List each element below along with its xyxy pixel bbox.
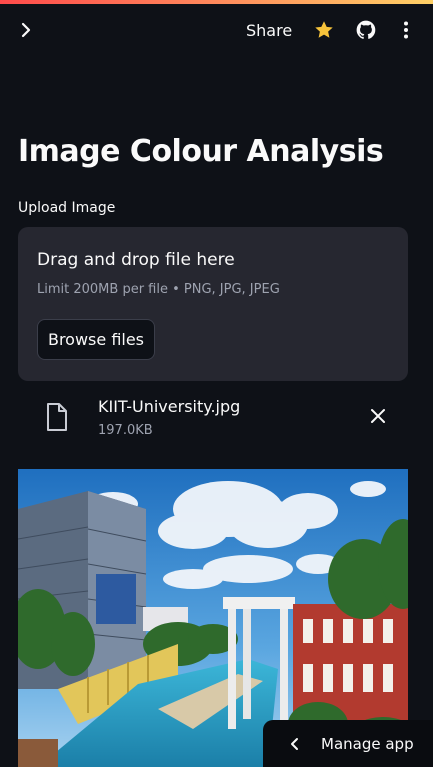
upload-field-label: Upload Image: [18, 200, 116, 216]
manage-app-label: Manage app: [321, 734, 414, 753]
chevron-right-icon: [21, 22, 31, 38]
chevron-left-icon: [291, 737, 298, 750]
share-button[interactable]: Share: [246, 16, 292, 44]
dropzone-title: Drag and drop file here: [37, 250, 235, 270]
expand-sidebar-button[interactable]: [14, 18, 38, 42]
app-header: Share: [0, 4, 433, 58]
favorite-button[interactable]: [312, 18, 336, 42]
file-dropzone[interactable]: Drag and drop file here Limit 200MB per …: [18, 227, 408, 381]
manage-app-button[interactable]: Manage app: [263, 720, 433, 767]
uploaded-file-name: KIIT-University.jpg: [98, 397, 241, 416]
star-icon: [315, 21, 333, 38]
page-title: Image Colour Analysis: [18, 134, 384, 169]
github-button[interactable]: [354, 18, 378, 42]
main-menu-button[interactable]: [394, 18, 418, 42]
github-icon: [356, 20, 376, 39]
close-icon: [371, 409, 385, 423]
more-vertical-icon: [404, 21, 408, 39]
browse-files-button[interactable]: Browse files: [37, 319, 155, 360]
uploaded-file-item: KIIT-University.jpg 197.0KB: [18, 390, 408, 446]
uploaded-file-size: 197.0KB: [98, 423, 153, 438]
dropzone-limit-text: Limit 200MB per file • PNG, JPG, JPEG: [37, 282, 280, 297]
file-icon: [47, 403, 67, 431]
remove-file-button[interactable]: [366, 404, 390, 428]
